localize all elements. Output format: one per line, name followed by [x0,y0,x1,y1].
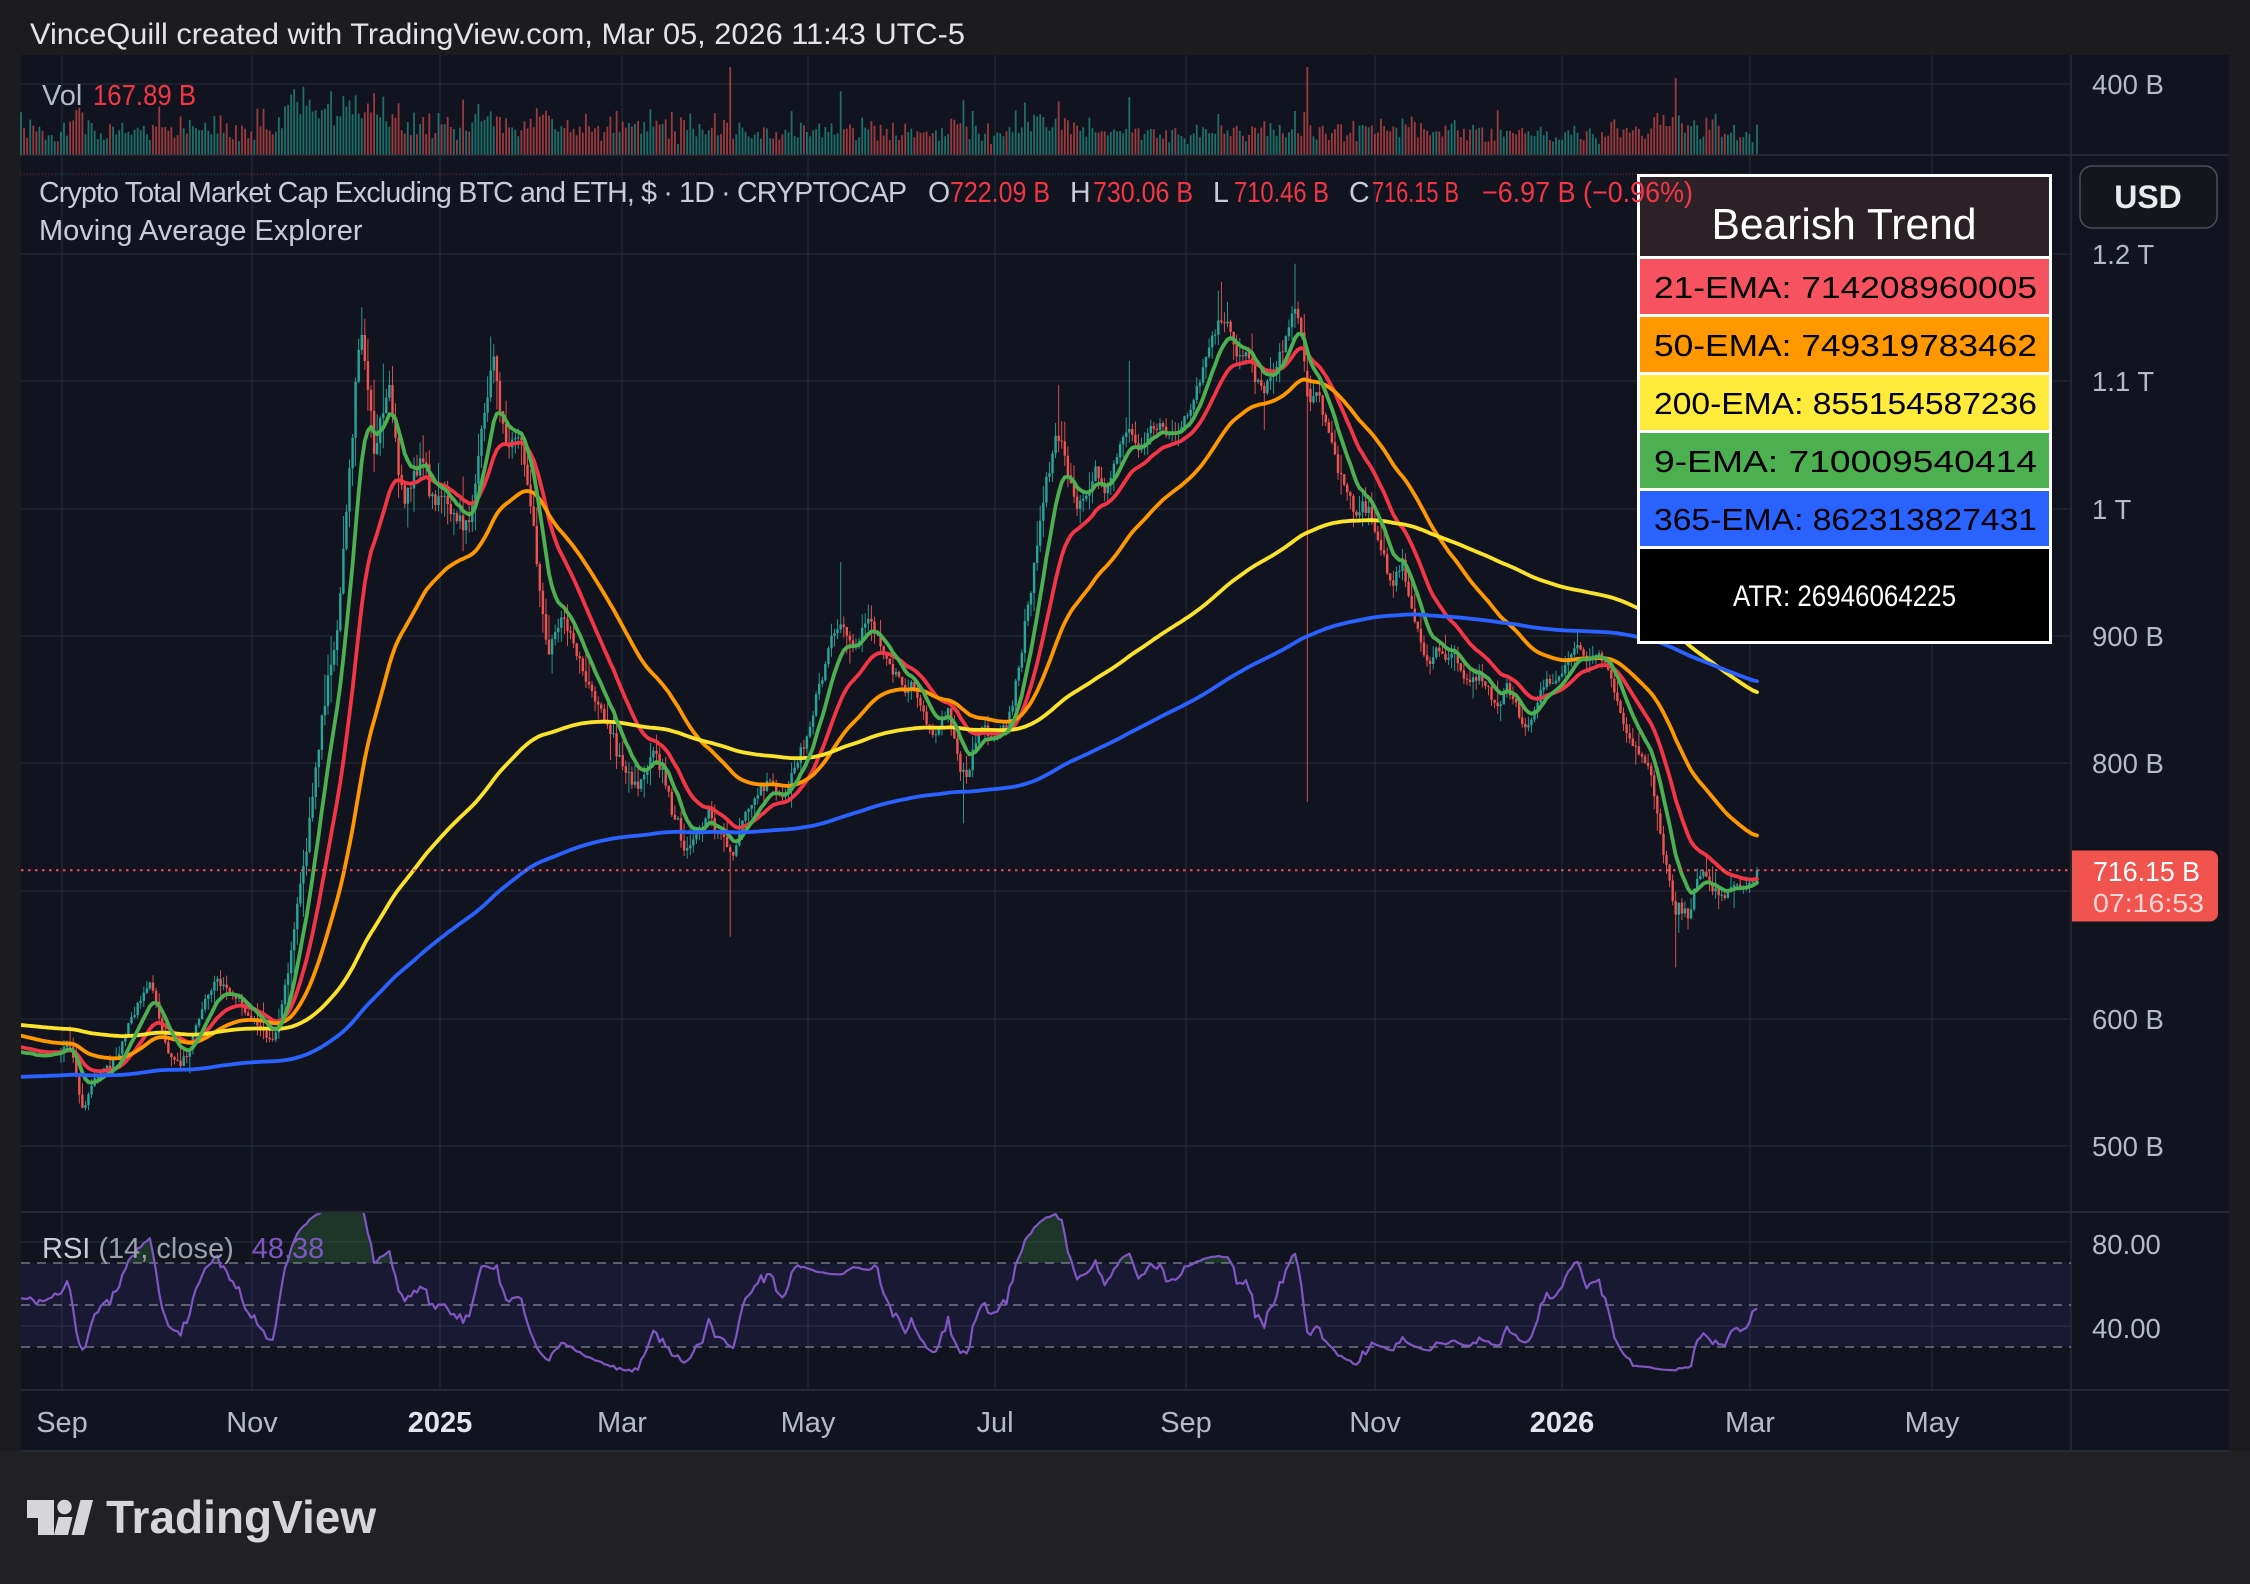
svg-text:167.89 B: 167.89 B [93,80,196,112]
svg-text:716.15 B: 716.15 B [2093,856,2200,887]
svg-text:Mar: Mar [1725,1407,1775,1439]
svg-text:Crypto Total Market Cap Exclud: Crypto Total Market Cap Excluding BTC an… [39,177,907,209]
svg-text:ATR: 26946064225: ATR: 26946064225 [1733,580,1956,613]
svg-text:L: L [1213,177,1229,209]
svg-text:2025: 2025 [408,1407,473,1439]
svg-text:Bearish Trend: Bearish Trend [1712,200,1977,249]
svg-text:Sep: Sep [1160,1407,1212,1439]
svg-text:9-EMA: 710009540414: 9-EMA: 710009540414 [1654,444,2037,479]
svg-text:Nov: Nov [226,1407,278,1439]
svg-text:Mar: Mar [597,1407,647,1439]
svg-text:Jul: Jul [976,1407,1013,1439]
svg-text:Sep: Sep [36,1407,88,1439]
svg-text:400 B: 400 B [2092,69,2164,100]
svg-text:May: May [1905,1407,1960,1439]
svg-text:Vol: Vol [42,80,82,112]
svg-text:07:16:53: 07:16:53 [2093,888,2204,918]
svg-text:1.2 T: 1.2 T [2092,239,2154,270]
svg-text:May: May [781,1407,836,1439]
svg-text:H: H [1070,177,1091,209]
svg-text:500 B: 500 B [2092,1131,2164,1162]
svg-text:80.00: 80.00 [2092,1229,2161,1260]
svg-text:VinceQuill created with Tradin: VinceQuill created with TradingView.com,… [30,18,965,51]
svg-text:21-EMA: 714208960005: 21-EMA: 714208960005 [1654,270,2037,305]
svg-text:40.00: 40.00 [2092,1313,2161,1344]
svg-text:900 B: 900 B [2092,621,2164,652]
svg-text:50-EMA: 749319783462: 50-EMA: 749319783462 [1654,328,2037,363]
svg-text:RSI(14, close)48.38: RSI(14, close)48.38 [42,1233,324,1265]
svg-text:USD: USD [2114,179,2182,215]
svg-text:TradingView: TradingView [106,1491,376,1543]
svg-text:200-EMA: 855154587236: 200-EMA: 855154587236 [1654,386,2037,421]
svg-text:Moving Average Explorer: Moving Average Explorer [39,215,363,247]
svg-text:1.1 T: 1.1 T [2092,366,2154,397]
svg-text:O: O [928,177,950,209]
svg-text:600 B: 600 B [2092,1004,2164,1035]
svg-text:365-EMA: 862313827431: 365-EMA: 862313827431 [1654,502,2037,537]
svg-text:2026: 2026 [1530,1407,1595,1439]
svg-text:C: C [1349,177,1370,209]
svg-text:710.46 B: 710.46 B [1234,177,1329,209]
svg-text:−6.97 B (−0.96%): −6.97 B (−0.96%) [1482,177,1693,209]
svg-text:716.15 B: 716.15 B [1372,177,1459,209]
svg-text:Nov: Nov [1349,1407,1401,1439]
svg-text:730.06 B: 730.06 B [1093,177,1193,209]
svg-text:800 B: 800 B [2092,748,2164,779]
svg-text:722.09 B: 722.09 B [950,177,1050,209]
svg-text:1 T: 1 T [2092,494,2131,525]
